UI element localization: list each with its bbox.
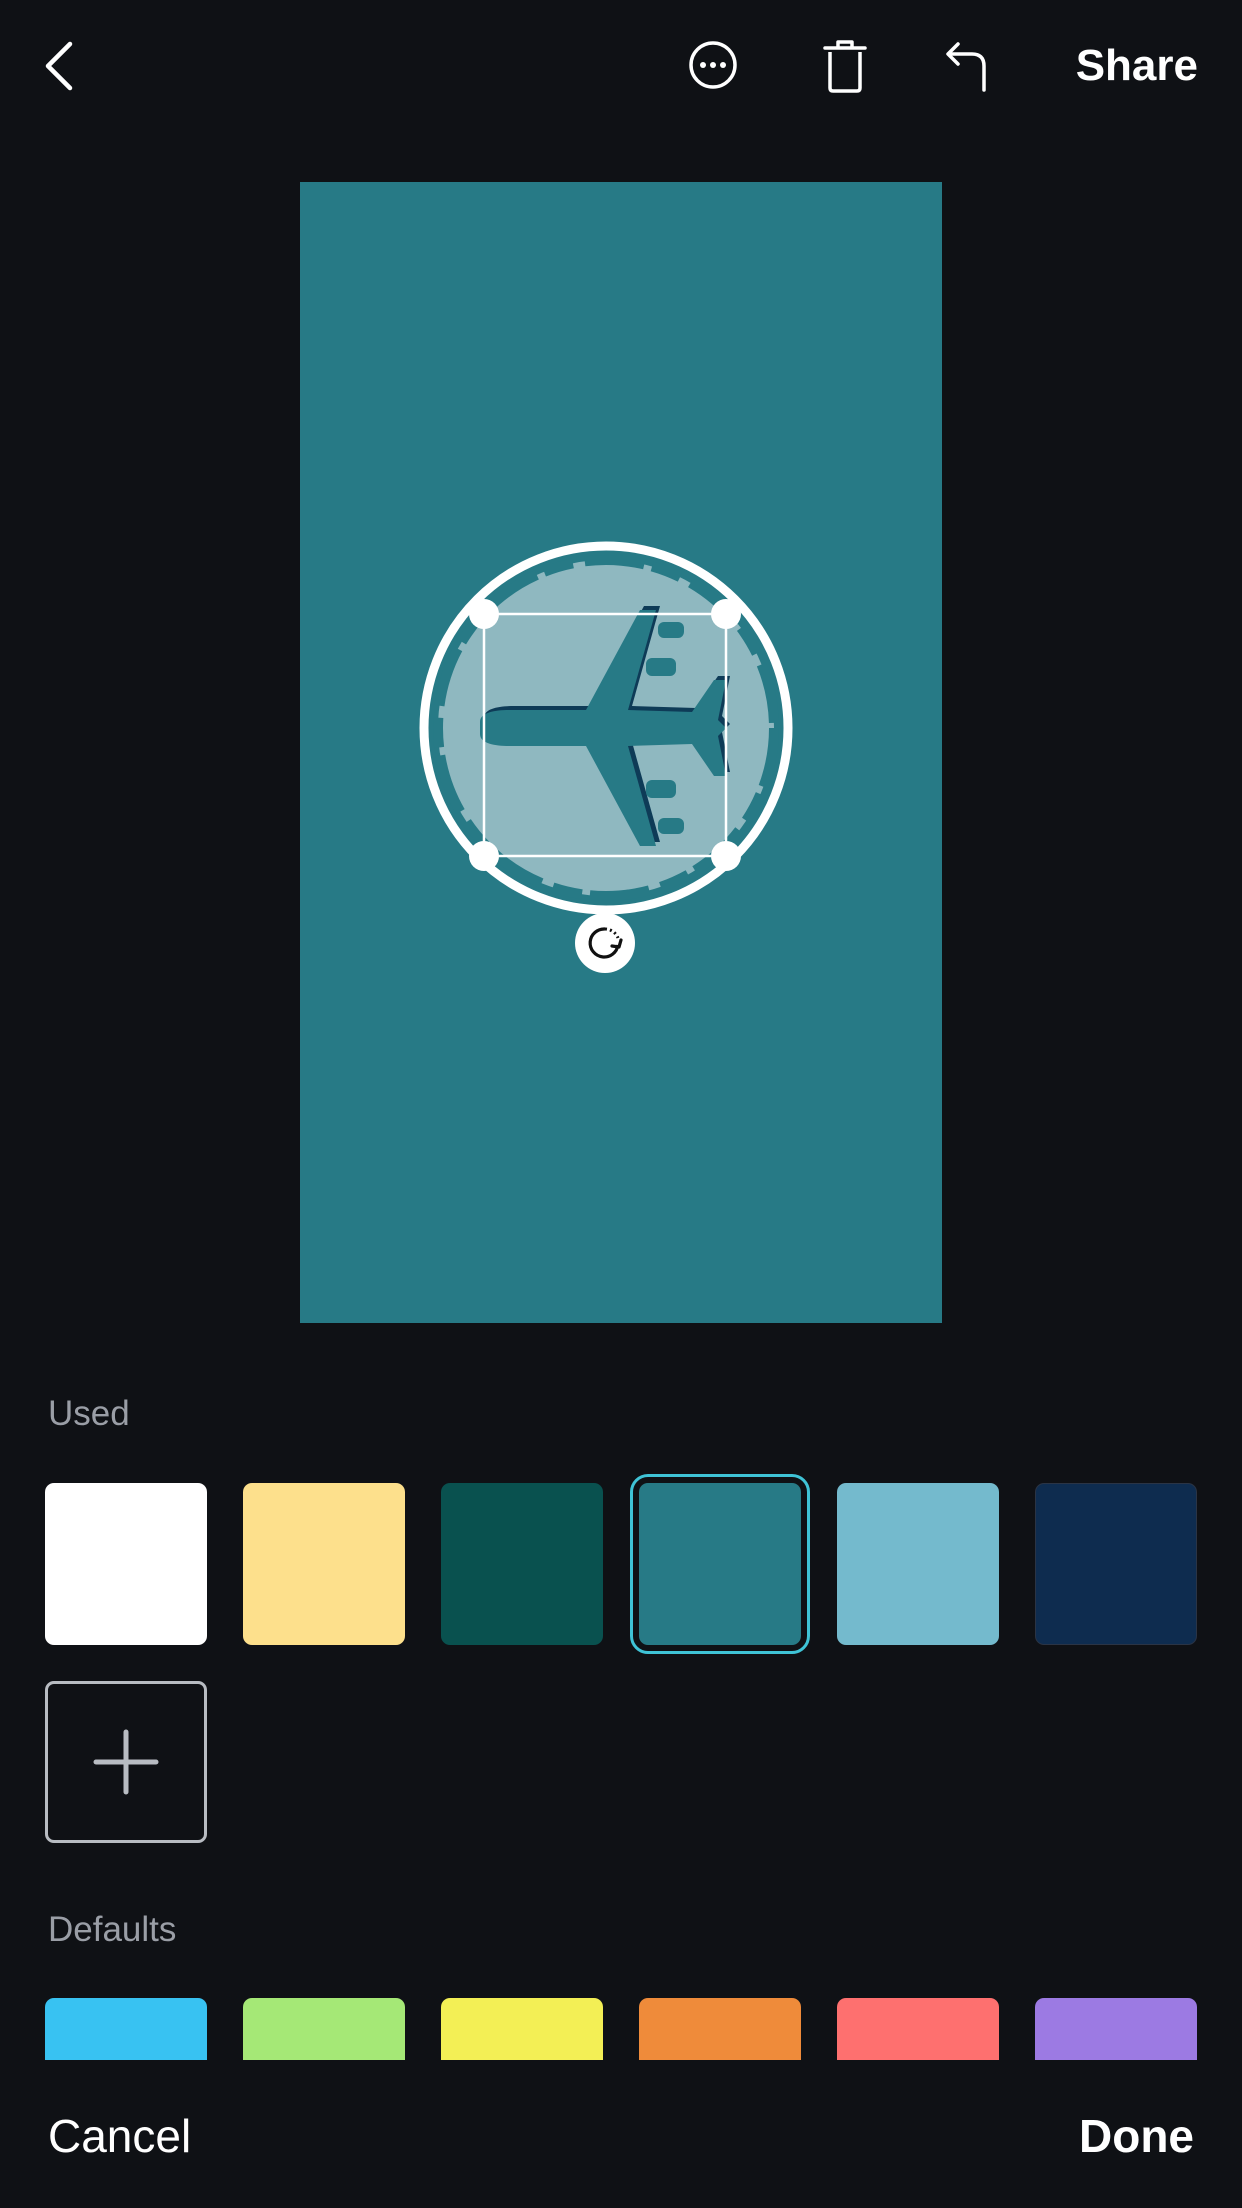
default-swatch-yellow[interactable] [441,1998,603,2060]
defaults-swatch-row [0,1998,1242,2060]
done-button[interactable]: Done [1079,2108,1194,2164]
more-dots-icon[interactable] [688,40,738,90]
default-swatch-sky-blue[interactable] [45,1998,207,2060]
rotate-icon[interactable] [574,912,636,979]
airplane-globe-sticker[interactable] [300,182,942,1323]
used-swatch-dark-teal[interactable] [441,1483,603,1645]
default-swatch-green[interactable] [243,1998,405,2060]
cancel-button[interactable]: Cancel [48,2108,191,2164]
used-swatch-white[interactable] [45,1483,207,1645]
back-chevron-icon[interactable] [40,36,80,96]
default-swatch-purple[interactable] [1035,1998,1197,2060]
add-color-button[interactable] [45,1681,207,1843]
resize-handle-bottom-right [711,841,741,871]
used-swatch-light-blue[interactable] [837,1483,999,1645]
share-button[interactable]: Share [1076,38,1198,94]
trash-icon[interactable] [822,38,868,94]
used-swatch-light-yellow[interactable] [243,1483,405,1645]
story-canvas[interactable] [300,182,942,1323]
used-swatch-teal-selected[interactable] [630,1474,810,1654]
used-section-label: Used [48,1394,130,1433]
defaults-section-label: Defaults [48,1910,177,1949]
plus-icon [93,1729,159,1795]
resize-handle-bottom-left [469,841,499,871]
resize-handle-top-left [469,599,499,629]
default-swatch-orange[interactable] [639,1998,801,2060]
default-swatch-coral[interactable] [837,1998,999,2060]
resize-handle-top-right [711,599,741,629]
used-swatch-navy[interactable] [1035,1483,1197,1645]
undo-icon[interactable] [944,38,994,94]
